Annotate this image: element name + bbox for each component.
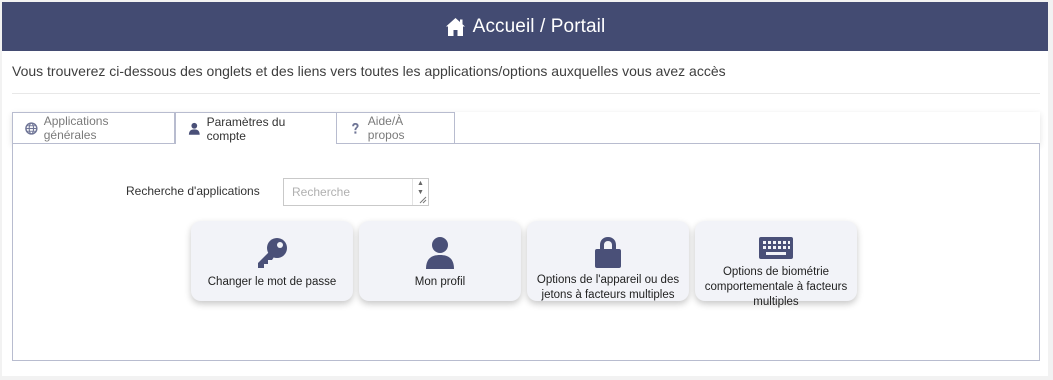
card-icon-wrap	[593, 235, 623, 269]
divider	[12, 93, 1040, 94]
lock-icon	[595, 237, 621, 268]
tab-account-settings[interactable]: Paramètres du compte	[175, 112, 337, 145]
intro-text: Vous trouverez ci-dessous des onglets et…	[12, 63, 726, 79]
change-password-card[interactable]: Changer le mot de passe	[191, 221, 353, 301]
tabs-bar: Applications générales Paramètres du com…	[12, 112, 1040, 145]
page-title: Accueil / Portail	[472, 15, 606, 37]
mfa-device-options-card[interactable]: Options de l'appareil ou des jetons à fa…	[527, 221, 689, 301]
key-icon	[258, 238, 287, 268]
account-settings-panel: Recherche d'applications ▲▼ Changer le m…	[12, 144, 1040, 361]
tab-label: Applications générales	[43, 114, 109, 142]
card-icon-wrap	[425, 235, 455, 271]
search-input[interactable]	[284, 179, 412, 205]
tab-help-about[interactable]: Aide/À propos	[336, 112, 455, 144]
card-label: Changer le mot de passe	[207, 276, 337, 288]
my-profile-card[interactable]: Mon profil	[359, 221, 521, 301]
tab-label: Aide/À propos	[367, 114, 405, 142]
tab-general-applications[interactable]: Applications générales	[12, 112, 175, 144]
user-icon	[426, 237, 454, 269]
card-icon-wrap	[255, 235, 289, 271]
header-content: Accueil / Portail	[445, 16, 606, 38]
home-icon	[445, 17, 465, 36]
resize-handle-icon[interactable]	[419, 196, 427, 204]
search-label: Recherche d'applications	[126, 184, 260, 198]
tab-label: Paramètres du compte	[206, 114, 286, 143]
user-icon	[188, 122, 200, 135]
card-label: Options de l'appareil ou des jetons à fa…	[536, 274, 680, 301]
search-field[interactable]: ▲▼	[283, 178, 429, 206]
question-icon	[352, 122, 359, 134]
keyboard-icon	[759, 237, 793, 259]
portal-page: Accueil / Portail Vous trouverez ci-dess…	[2, 2, 1048, 376]
page-header: Accueil / Portail	[2, 2, 1048, 51]
behavioral-biometrics-card[interactable]: Options de biométrie comportementale à f…	[695, 221, 857, 308]
card-label: Mon profil	[414, 276, 466, 288]
globe-icon	[25, 121, 38, 135]
card-icon-wrap	[758, 235, 794, 261]
card-label: Options de biométrie comportementale à f…	[704, 266, 848, 308]
app-cards: Changer le mot de passe Mon profil Optio…	[191, 221, 857, 308]
